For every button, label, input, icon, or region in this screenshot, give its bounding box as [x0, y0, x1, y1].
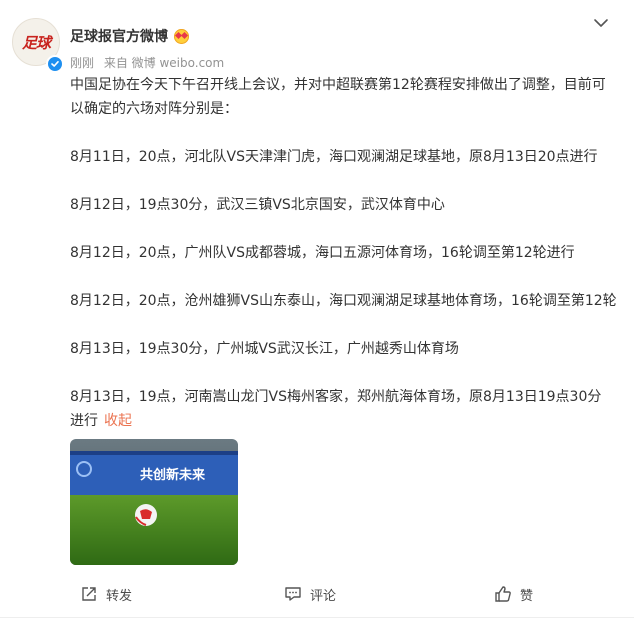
post-paragraph: 8月12日，19点30分，武汉三镇VS北京国安，武汉体育中心	[70, 197, 445, 213]
chevron-down-icon[interactable]	[592, 14, 610, 32]
repost-label: 转发	[106, 588, 133, 604]
post-paragraph: 8月12日，20点，沧州雄狮VS山东泰山，海口观澜湖足球基地体育场，16轮调至第…	[70, 293, 617, 309]
like-button[interactable]: 赞	[494, 579, 533, 609]
post-source: 来自 微博 weibo.com	[103, 56, 225, 70]
author-name-row: 足球报官方微博	[70, 26, 189, 46]
like-icon	[494, 585, 512, 603]
post-paragraph: 中国足协在今天下午召开线上会议，并对中超联赛第12轮赛程安排做出了调整，目前可以…	[70, 77, 606, 117]
post-paragraph: 8月13日，19点30分，广州城VS武汉长江，广州越秀山体育场	[70, 341, 459, 357]
comment-button[interactable]: 评论	[284, 579, 336, 609]
comment-label: 评论	[310, 588, 337, 604]
post-paragraph-last: 8月13日，19点，河南嵩山龙门VS梅州客家，郑州航海体育场，原8月13日19点…	[70, 385, 615, 433]
post-paragraph: 8月12日，20点，广州队VS成都蓉城，海口五源河体育场，16轮调至第12轮进行	[70, 245, 575, 261]
weibo-post-card: 足球 足球报官方微博 刚刚 来自 微博 weibo.com 中国足协在今天下午召…	[0, 0, 634, 618]
banner-slogan: 共创新未来	[140, 467, 206, 483]
post-paragraph: 8月13日，19点，河南嵩山龙门VS梅州客家，郑州航海体育场，原8月13日19点…	[70, 389, 602, 429]
repost-button[interactable]: 转发	[80, 579, 132, 609]
like-label: 赞	[520, 588, 534, 604]
verified-icon	[46, 55, 64, 73]
repost-icon	[80, 585, 98, 603]
collapse-link[interactable]: 收起	[104, 413, 132, 429]
author-name[interactable]: 足球报官方微博	[70, 26, 168, 46]
emoji-icon	[174, 28, 189, 44]
avatar-logo-text: 足球	[21, 33, 51, 52]
comment-icon	[284, 585, 302, 603]
post-paragraph: 8月11日，20点，河北队VS天津津门虎，海口观澜湖足球基地，原8月13日20点…	[70, 149, 598, 165]
post-time[interactable]: 刚刚	[70, 56, 94, 70]
post-meta: 刚刚 来自 微博 weibo.com	[70, 54, 224, 71]
post-content: 中国足协在今天下午召开线上会议，并对中超联赛第12轮赛程安排做出了调整，目前可以…	[70, 73, 617, 433]
post-photo[interactable]: 共创新未来	[70, 439, 238, 565]
action-toolbar: 转发 评论 赞	[0, 579, 634, 609]
